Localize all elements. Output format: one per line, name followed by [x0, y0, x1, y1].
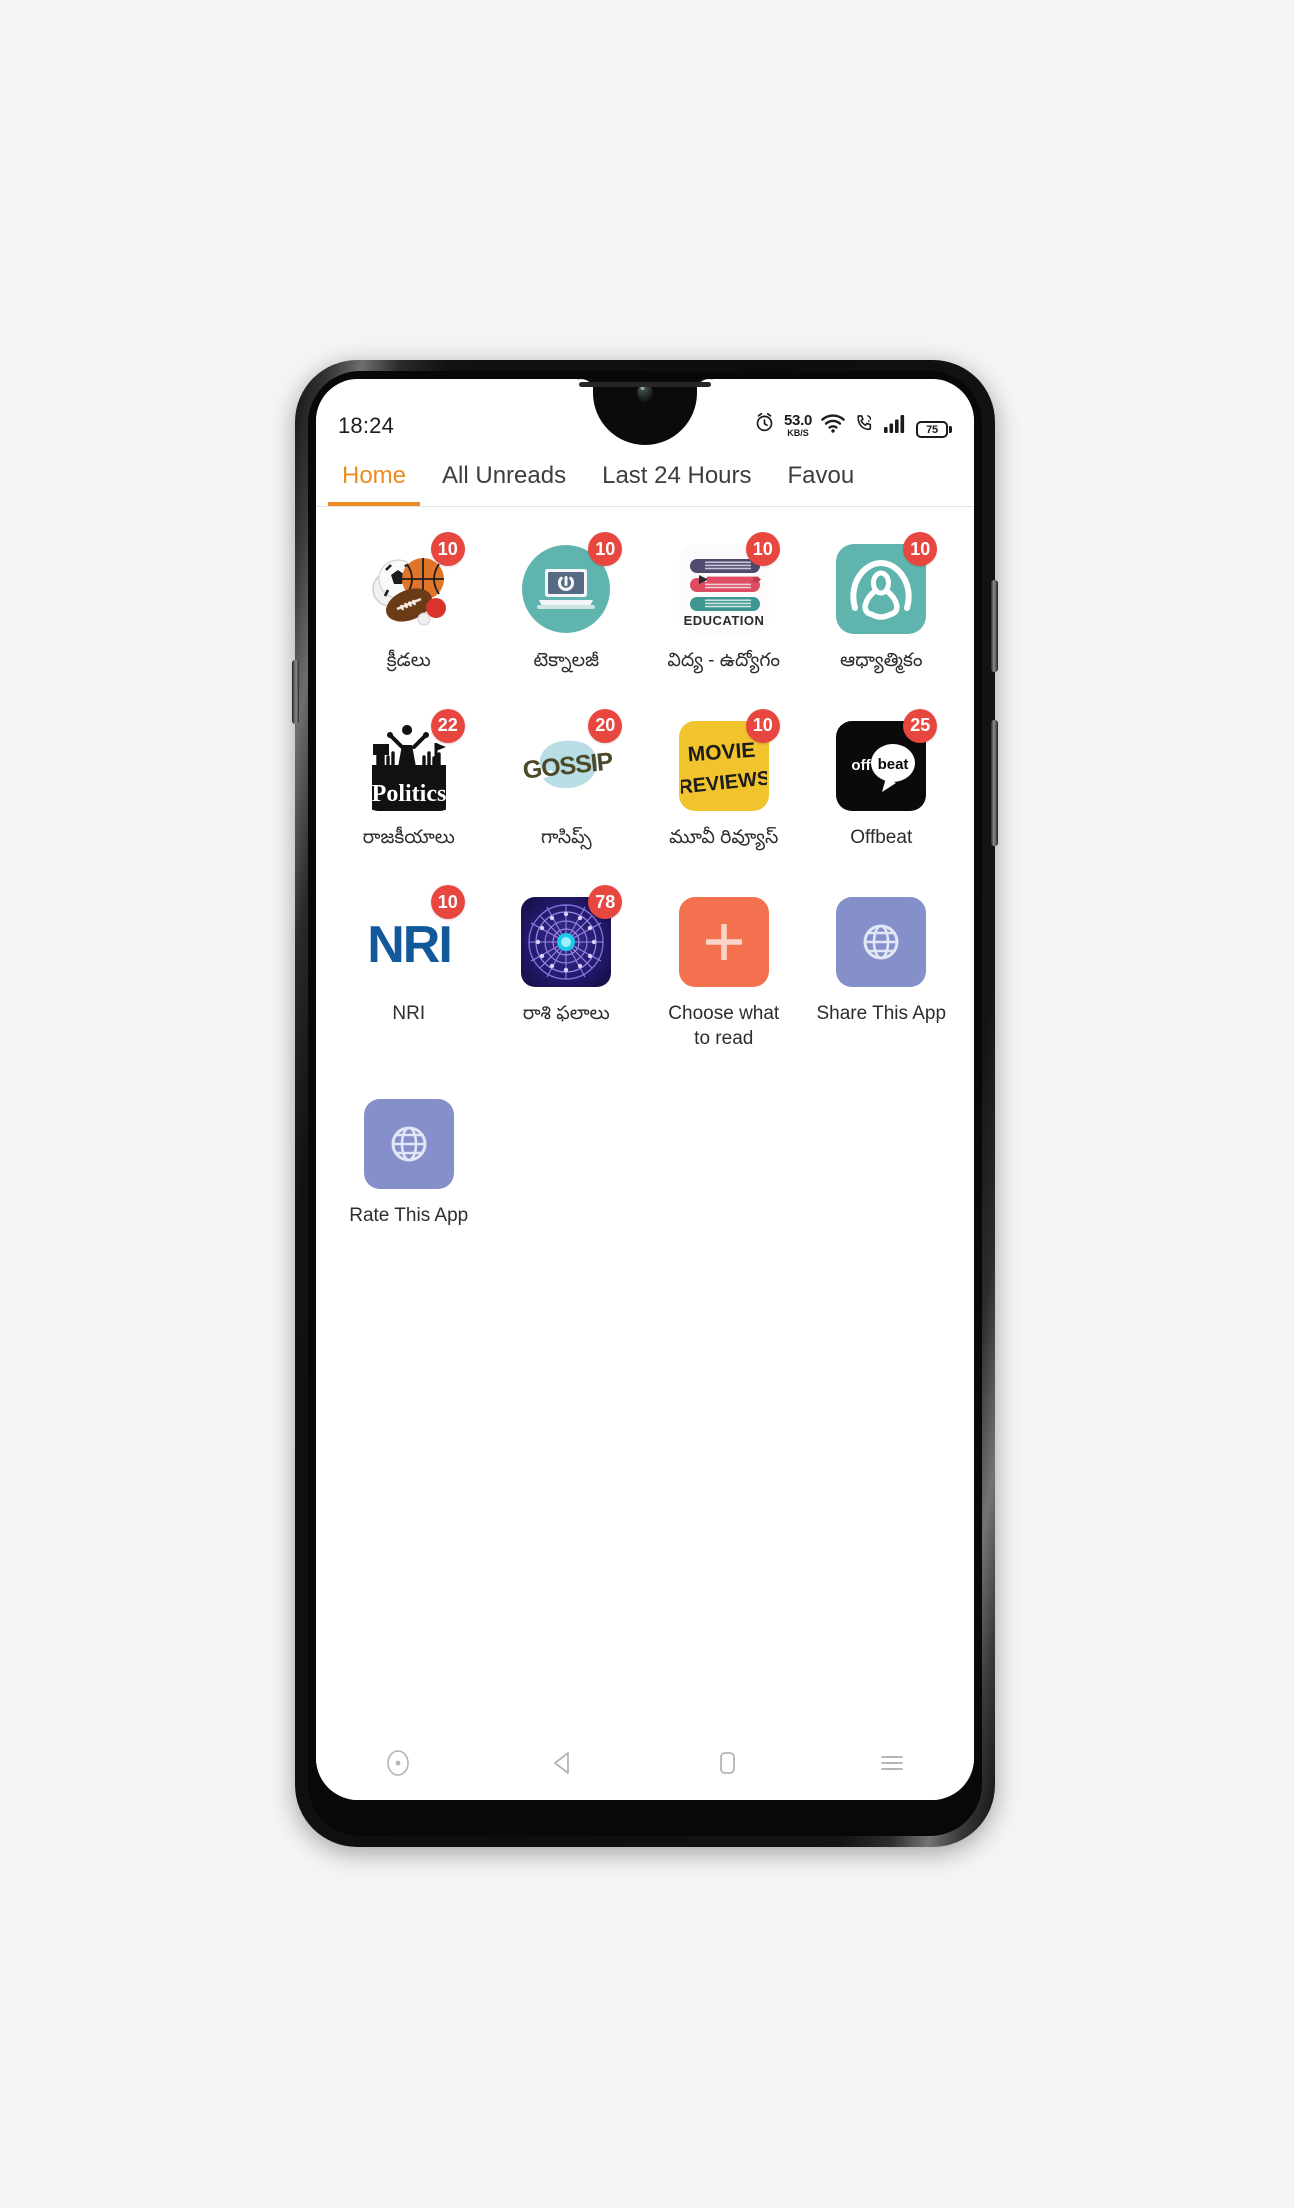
app-icon-wrap[interactable]: NRI 10 — [361, 885, 465, 990]
volume-button[interactable] — [991, 720, 998, 846]
app-grid: 10 క్రీడలు 10 టెక్నాలజీ EDUCATION 10 విద… — [316, 507, 974, 1273]
status-icons-group: 53.0 KB/S 75 — [754, 412, 952, 439]
offbeat-right-word: beat — [878, 756, 909, 773]
app-icon-wrap[interactable]: off beat 25 — [833, 708, 938, 814]
nri-word: NRI — [367, 916, 451, 974]
app-icon-wrap[interactable]: GOSSIP 20 — [518, 708, 623, 814]
app-label: క్రీడలు — [386, 650, 431, 671]
unread-badge: 78 — [588, 885, 623, 920]
tab-home[interactable]: Home — [324, 445, 424, 506]
unread-badge: 10 — [745, 532, 780, 566]
app-icon-wrap[interactable] — [361, 1096, 457, 1192]
app-icon-wrap[interactable]: EDUCATION 10 — [676, 532, 780, 637]
app-icon-wrap[interactable]: 78 — [518, 885, 623, 990]
app-education[interactable]: EDUCATION 10 విద్య - ఉద్యోగం — [645, 532, 803, 674]
app-label: గాసిప్స్ — [540, 826, 592, 848]
app-icon-wrap[interactable]: 10 — [518, 532, 623, 637]
app-icon-wrap[interactable]: MOVIE REVIEWS 10 — [676, 708, 780, 814]
app-icon-wrap[interactable]: 10 — [833, 532, 938, 637]
alert-slider-button[interactable] — [292, 660, 299, 724]
unread-badge: 10 — [430, 532, 465, 566]
app-label: Choose what to read — [668, 1003, 780, 1050]
phone-screen: 18:24 53.0 KB/S 75 Home All Unreads Last… — [316, 379, 974, 1800]
app-label: మూవీ రివ్యూస్ — [669, 826, 779, 848]
alarm-clock-icon — [754, 412, 775, 438]
app-offbeat[interactable]: off beat 25 Offbeat — [803, 708, 961, 851]
nav-assistant-button[interactable] — [363, 1739, 433, 1787]
app-nri[interactable]: NRI 10 NRI — [330, 885, 488, 1051]
app-label: NRI — [392, 1003, 426, 1025]
movie-word: MOVIE — [687, 738, 756, 766]
unread-badge: 25 — [903, 708, 938, 743]
reviews-word: REVIEWS — [681, 767, 767, 799]
battery-indicator: 75 — [916, 421, 952, 438]
wifi-icon — [821, 414, 845, 438]
battery-body: 75 — [916, 421, 948, 438]
app-icon-wrap[interactable] — [676, 894, 772, 990]
tab-all-unreads[interactable]: All Unreads — [424, 445, 584, 506]
education-word: EDUCATION — [683, 613, 764, 628]
app-share-this-app[interactable]: Share This App — [803, 894, 961, 1051]
app-politics[interactable]: Politics 22 రాజకీయాలు — [330, 708, 488, 851]
app-label: విద్య - ఉద్యోగం — [667, 650, 781, 671]
cellular-signal-icon — [884, 414, 907, 438]
app-label: Offbeat — [850, 826, 913, 848]
network-speed-indicator: 53.0 KB/S — [784, 413, 812, 438]
phone-mockup: 18:24 53.0 KB/S 75 Home All Unreads Last… — [292, 360, 998, 1847]
nav-recents-button[interactable] — [857, 1739, 927, 1787]
app-choose-what-to-read[interactable]: Choose what to read — [645, 894, 803, 1051]
phone-call-icon — [854, 413, 875, 438]
power-button[interactable] — [991, 580, 998, 672]
app-label: రాశి ఫలాలు — [522, 1003, 610, 1025]
app-rate-this-app[interactable]: Rate This App — [330, 1096, 488, 1229]
politics-word: Politics — [371, 781, 446, 807]
app-icon-wrap[interactable] — [833, 894, 929, 990]
unread-badge: 10 — [588, 532, 623, 566]
navigation-bar[interactable] — [316, 1726, 974, 1800]
globe-icon — [363, 1098, 455, 1190]
globe-icon — [835, 896, 927, 988]
app-label: రాజకీయాలు — [362, 826, 455, 848]
app-technology[interactable]: 10 టెక్నాలజీ — [488, 532, 646, 674]
nav-home-button[interactable] — [692, 1739, 762, 1787]
network-speed-value: 53.0 — [784, 412, 812, 429]
app-label: Rate This App — [349, 1204, 469, 1226]
app-label: Share This App — [816, 1003, 947, 1025]
tab-last-24-hours[interactable]: Last 24 Hours — [584, 445, 769, 506]
app-icon-wrap[interactable]: Politics 22 — [361, 708, 465, 814]
nav-back-button[interactable] — [528, 1739, 598, 1787]
unread-badge: 10 — [745, 708, 780, 743]
battery-level: 75 — [926, 423, 938, 436]
gossip-word: GOSSIP — [522, 747, 613, 784]
unread-badge: 10 — [903, 532, 938, 566]
app-spiritual[interactable]: 10 ఆధ్యాత్మికం — [803, 532, 961, 674]
tab-bar[interactable]: Home All Unreads Last 24 Hours Favou — [316, 445, 974, 507]
app-sports[interactable]: 10 క్రీడలు — [330, 532, 488, 674]
app-icon-wrap[interactable]: 10 — [361, 532, 465, 637]
unread-badge: 20 — [588, 708, 623, 743]
tab-favourites[interactable]: Favou — [770, 445, 873, 506]
plus-icon — [678, 896, 770, 988]
unread-badge: 10 — [430, 885, 465, 920]
offbeat-left-word: off — [852, 757, 872, 774]
network-speed-unit: KB/S — [787, 428, 809, 438]
app-label: ఆధ్యాత్మికం — [839, 650, 923, 671]
battery-tip — [949, 426, 952, 433]
unread-badge: 22 — [430, 708, 465, 743]
app-gossips[interactable]: GOSSIP 20 గాసిప్స్ — [488, 708, 646, 851]
app-horoscope[interactable]: 78 రాశి ఫలాలు — [488, 885, 646, 1051]
app-label: టెక్నాలజీ — [533, 650, 599, 671]
app-movie-reviews[interactable]: MOVIE REVIEWS 10 మూవీ రివ్యూస్ — [645, 708, 803, 851]
status-bar: 18:24 53.0 KB/S 75 — [316, 379, 974, 445]
status-time: 18:24 — [338, 413, 395, 438]
